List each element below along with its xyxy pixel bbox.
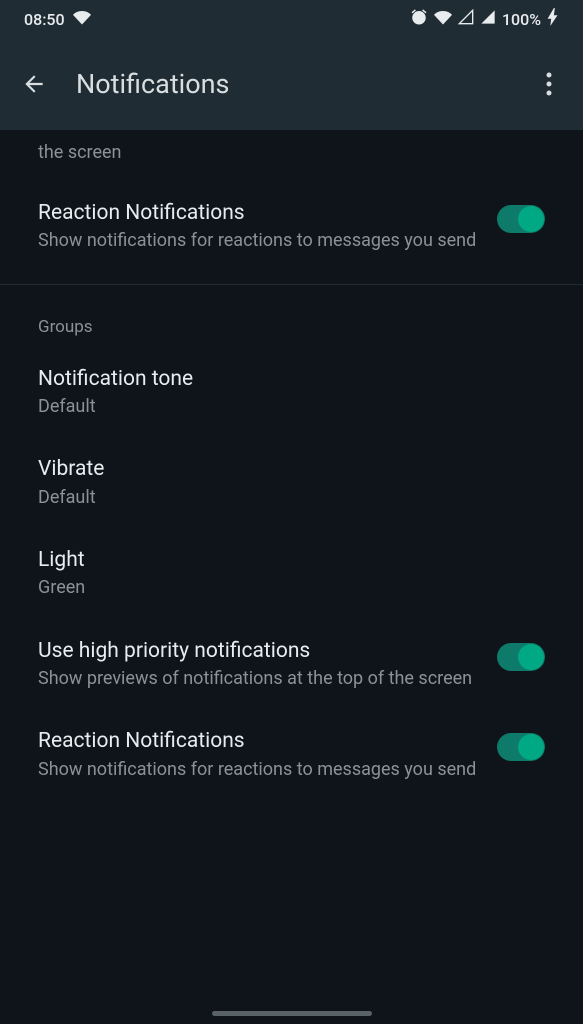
navigation-bar-handle[interactable] [212, 1011, 372, 1016]
app-bar: Notifications [0, 38, 583, 130]
more-options-button[interactable] [535, 70, 563, 98]
battery-percent: 100% [502, 10, 541, 29]
reaction-notifications-messages-toggle[interactable] [497, 205, 545, 233]
divider [0, 284, 583, 285]
setting-subtitle: Default [38, 395, 545, 419]
setting-title: Reaction Notifications [38, 199, 481, 227]
wifi-status-icon [434, 9, 452, 29]
setting-subtitle: Show previews of notifications at the to… [38, 667, 481, 691]
reaction-notifications-messages[interactable]: Reaction Notifications Show notification… [0, 181, 583, 272]
high-priority-toggle[interactable] [497, 643, 545, 671]
setting-title: Light [38, 546, 545, 574]
reaction-notifications-groups-toggle[interactable] [497, 733, 545, 761]
partial-row-subtitle: the screen [0, 130, 583, 181]
high-priority-row[interactable]: Use high priority notifications Show pre… [0, 619, 583, 710]
signal-icon-2 [480, 9, 496, 29]
setting-subtitle: Default [38, 486, 545, 510]
status-bar: 08:50 100% [0, 0, 583, 38]
status-time: 08:50 [24, 10, 65, 29]
status-left: 08:50 [24, 9, 91, 29]
toggle-knob [518, 206, 544, 232]
back-button[interactable] [20, 70, 48, 98]
settings-content: the screen Reaction Notifications Show n… [0, 130, 583, 800]
setting-text: Notification tone Default [38, 365, 545, 420]
setting-subtitle: Show notifications for reactions to mess… [38, 229, 481, 253]
wifi-icon [73, 9, 91, 29]
signal-icon-1 [458, 9, 474, 29]
vibrate-row[interactable]: Vibrate Default [0, 437, 583, 528]
setting-text: Reaction Notifications Show notification… [38, 199, 481, 254]
alarm-icon [410, 8, 428, 30]
setting-title: Use high priority notifications [38, 637, 481, 665]
setting-title: Vibrate [38, 455, 545, 483]
setting-title: Reaction Notifications [38, 727, 481, 755]
toggle-knob [518, 734, 544, 760]
setting-text: Use high priority notifications Show pre… [38, 637, 481, 692]
status-right: 100% [410, 8, 559, 30]
setting-title: Notification tone [38, 365, 545, 393]
groups-header: Groups [0, 293, 583, 347]
light-row[interactable]: Light Green [0, 528, 583, 619]
notification-tone-row[interactable]: Notification tone Default [0, 347, 583, 438]
setting-text: Reaction Notifications Show notification… [38, 727, 481, 782]
bolt-icon [547, 8, 559, 30]
setting-text: Vibrate Default [38, 455, 545, 510]
page-title: Notifications [76, 68, 507, 100]
reaction-notifications-groups[interactable]: Reaction Notifications Show notification… [0, 709, 583, 800]
setting-text: Light Green [38, 546, 545, 601]
toggle-knob [518, 644, 544, 670]
setting-subtitle: Show notifications for reactions to mess… [38, 758, 481, 782]
setting-subtitle: Green [38, 576, 545, 600]
